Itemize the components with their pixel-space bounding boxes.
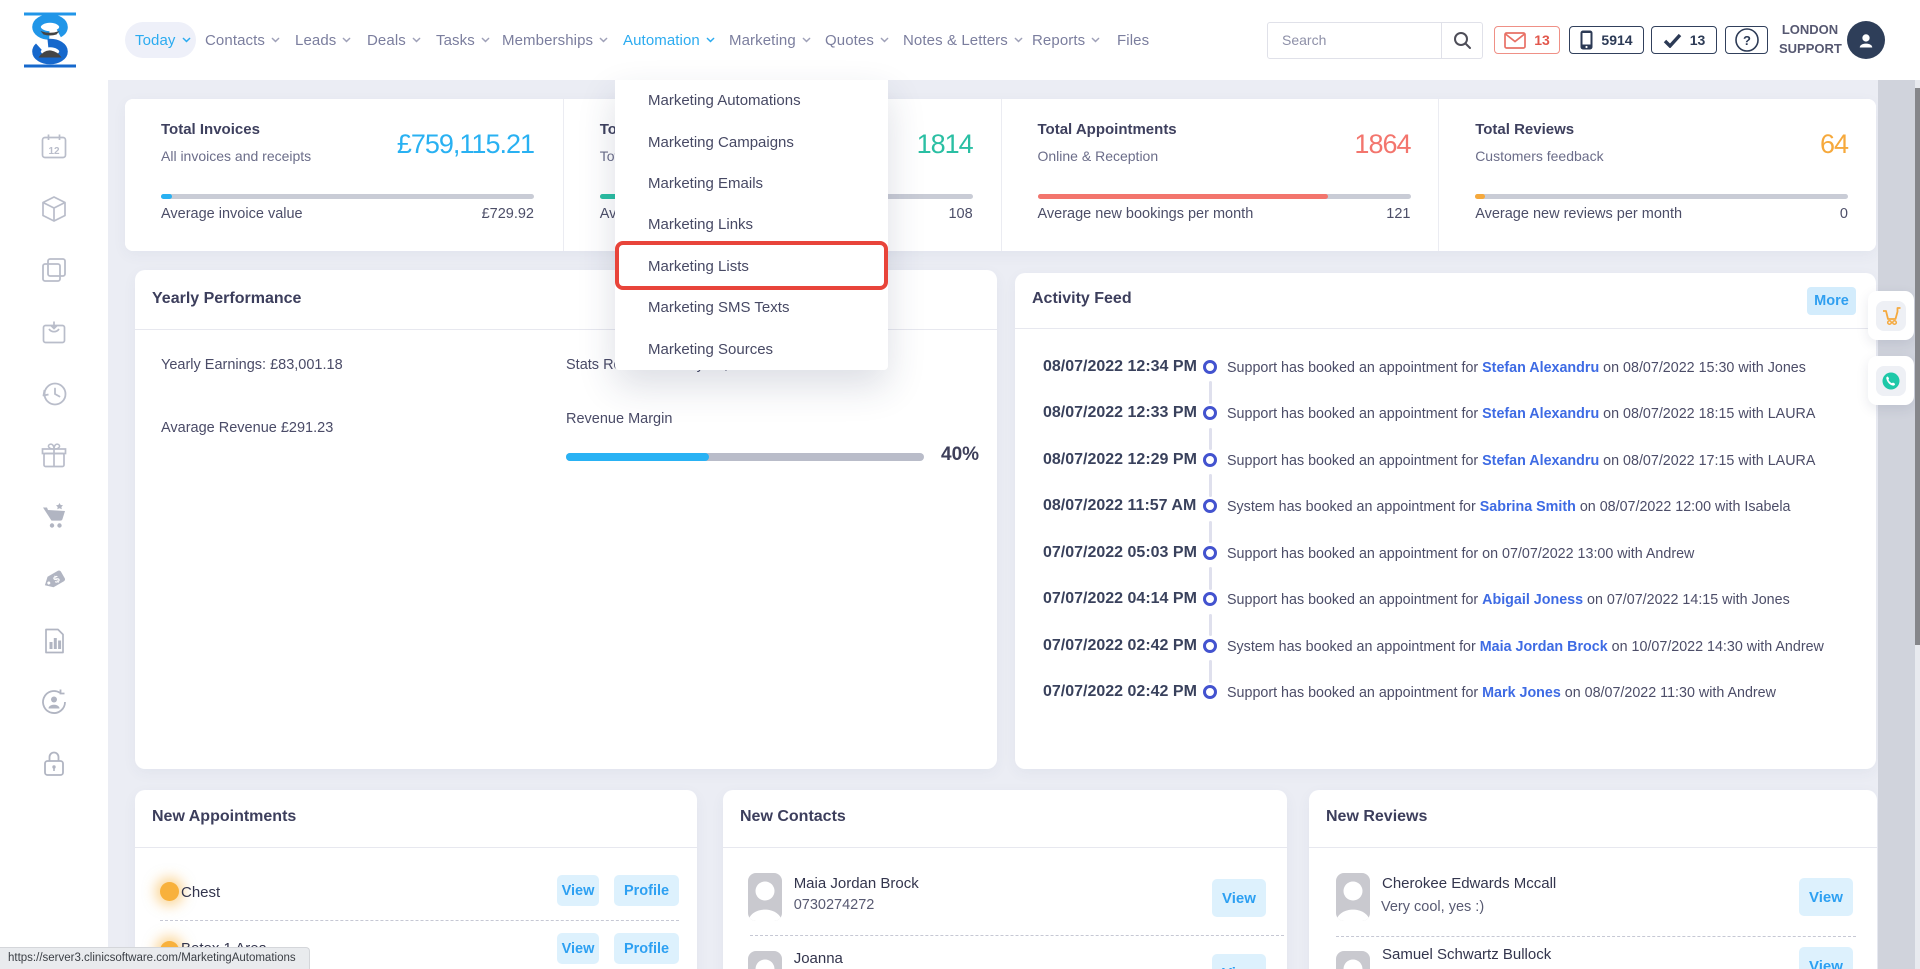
svg-text:?: ? bbox=[1743, 33, 1751, 48]
svg-text:12: 12 bbox=[48, 146, 60, 157]
